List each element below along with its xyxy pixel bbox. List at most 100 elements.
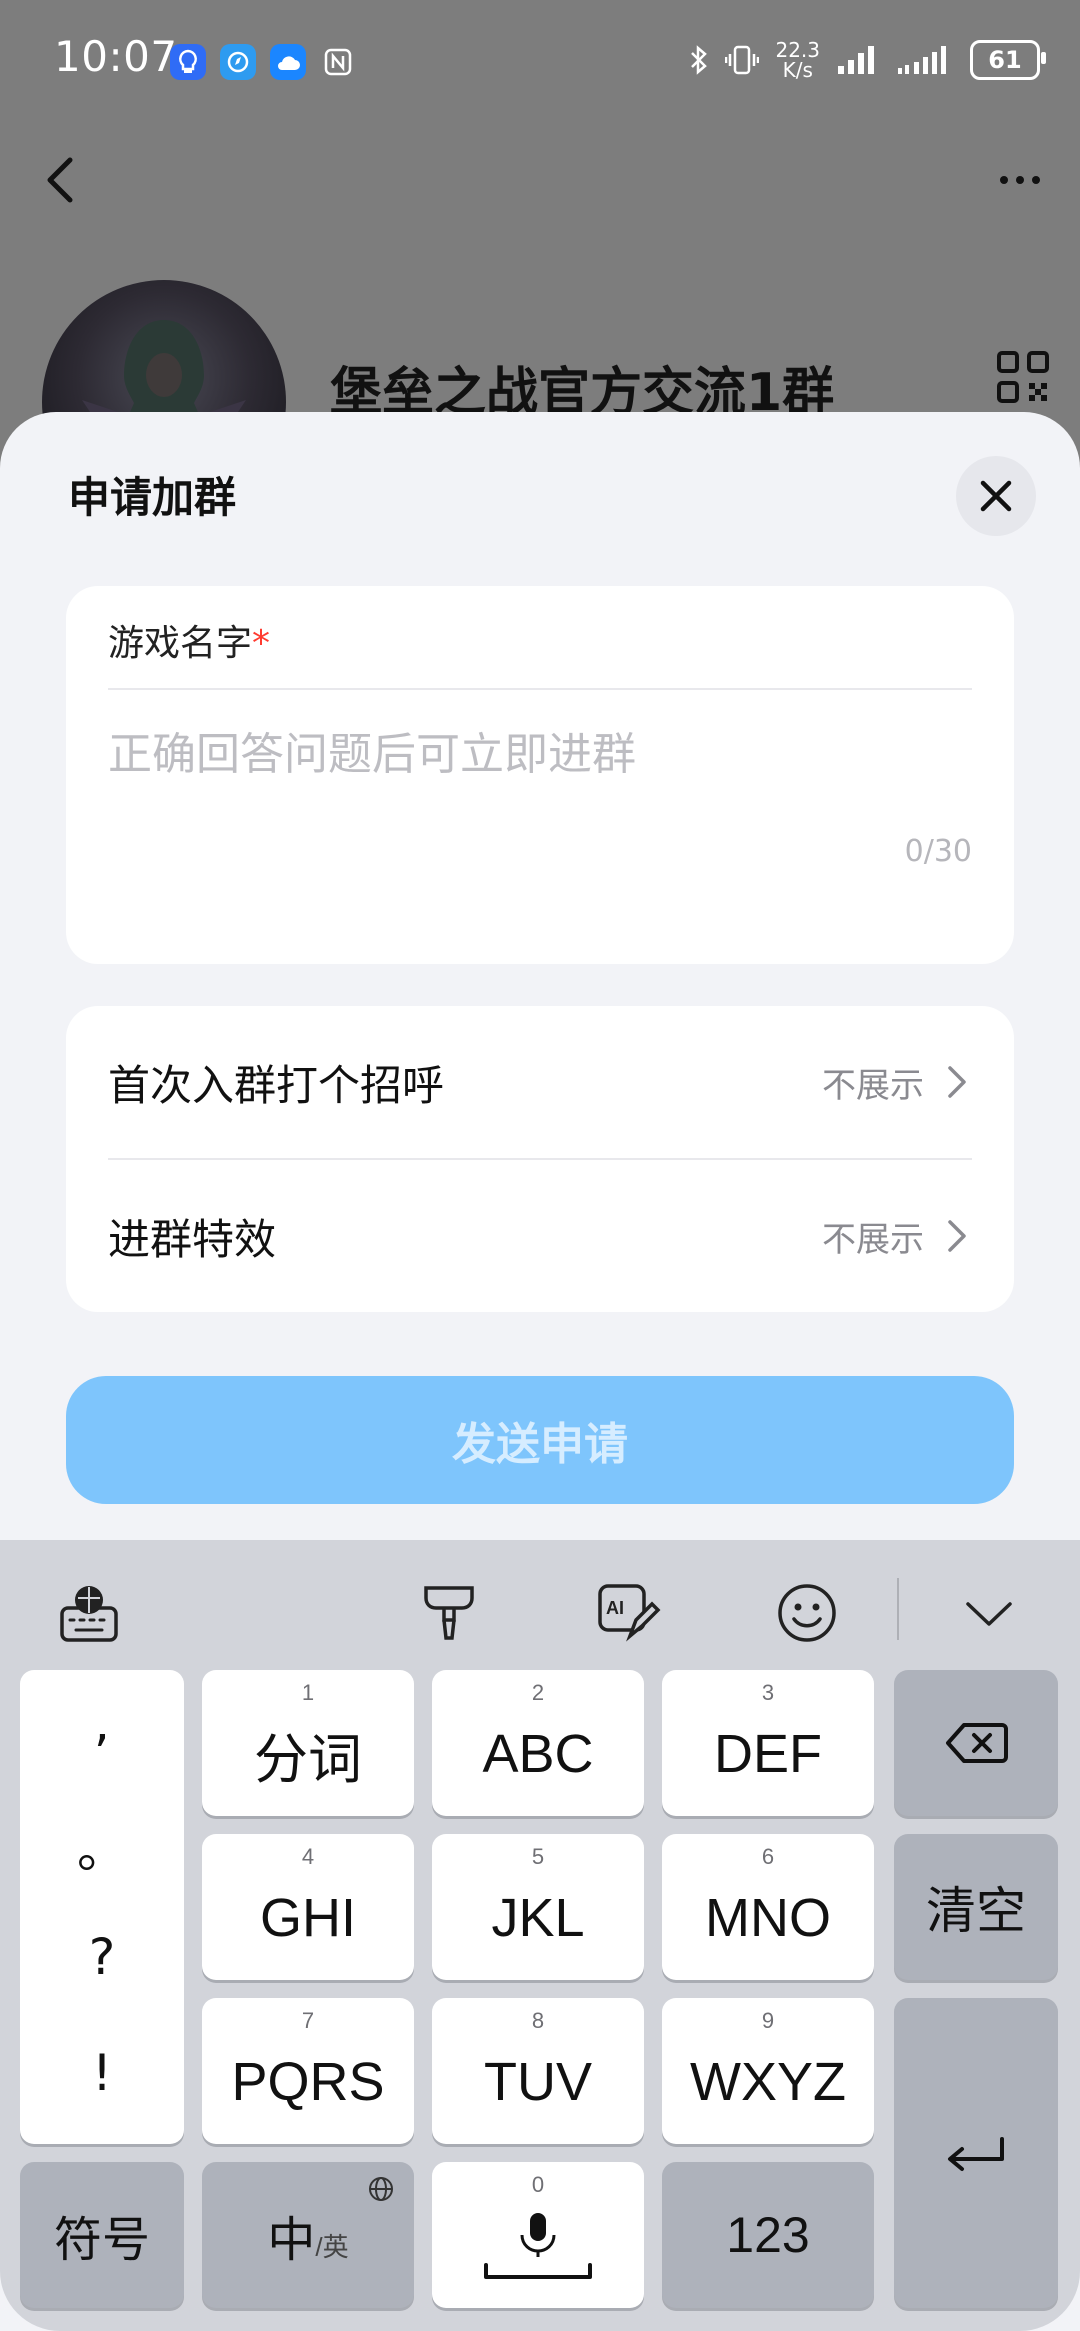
bulb-app-icon bbox=[170, 44, 206, 80]
svg-text:AI: AI bbox=[606, 1598, 624, 1618]
key-7[interactable]: 7 PQRS bbox=[202, 1998, 414, 2144]
keyboard-globe-icon[interactable] bbox=[56, 1580, 122, 1646]
key-number: 1 bbox=[301, 1680, 315, 1705]
qr-code-icon[interactable] bbox=[996, 350, 1050, 404]
enter-icon bbox=[948, 2137, 1004, 2171]
option-value: 不展示 bbox=[822, 1219, 924, 1260]
punct-key[interactable]: 。 bbox=[20, 1810, 184, 1882]
key-label: 分词 bbox=[254, 1729, 362, 1790]
key-number: 5 bbox=[531, 1844, 545, 1869]
status-app-icons bbox=[170, 44, 356, 80]
punct-key[interactable]: , bbox=[20, 1694, 184, 1752]
symbols-key[interactable]: 符号 bbox=[20, 2162, 184, 2308]
option-label: 首次入群打个招呼 bbox=[108, 1060, 445, 1110]
key-number: 9 bbox=[761, 2008, 775, 2033]
nfc-icon bbox=[320, 44, 356, 80]
key-2[interactable]: 2 ABC bbox=[432, 1670, 644, 1816]
key-number: 4 bbox=[301, 1844, 315, 1869]
sheet-title: 申请加群 bbox=[68, 473, 237, 522]
ai-write-icon[interactable]: AI bbox=[596, 1580, 662, 1646]
numbers-key-label: 123 bbox=[726, 2207, 810, 2263]
hide-keyboard-icon[interactable] bbox=[956, 1580, 1022, 1646]
lang-main-label: 中 bbox=[267, 2214, 316, 2267]
option-join-effect[interactable]: 进群特效 不展示 bbox=[66, 1160, 1014, 1312]
key-label: GHI bbox=[259, 1888, 356, 1948]
key-number: 7 bbox=[301, 2008, 315, 2033]
key-label: ABC bbox=[482, 1724, 594, 1784]
key-label: TUV bbox=[484, 2052, 592, 2112]
net-speed-value: 22.3 bbox=[775, 38, 820, 62]
key-label: MNO bbox=[705, 1888, 831, 1948]
net-speed-unit: K/s bbox=[782, 58, 813, 82]
send-request-button[interactable]: 发送申请 bbox=[66, 1376, 1014, 1504]
key-number: 2 bbox=[531, 1680, 545, 1705]
compass-app-icon bbox=[220, 44, 256, 80]
lang-sub-label: /英 bbox=[315, 2232, 349, 2262]
bluetooth-icon bbox=[691, 45, 708, 75]
clear-key-label: 清空 bbox=[926, 1883, 1026, 1939]
numbers-key[interactable]: 123 bbox=[662, 2162, 874, 2308]
microphone-space-icon bbox=[484, 2213, 592, 2279]
emoji-icon[interactable] bbox=[774, 1580, 840, 1646]
key-label: PQRS bbox=[231, 2052, 385, 2112]
punct-key[interactable]: ? bbox=[20, 1928, 184, 1986]
backspace-icon bbox=[946, 1723, 1008, 1763]
key-label: JKL bbox=[491, 1888, 585, 1948]
char-count: 0/30 bbox=[904, 834, 972, 869]
signal-2-icon bbox=[898, 46, 946, 74]
key-5[interactable]: 5 JKL bbox=[432, 1834, 644, 1980]
battery-indicator: 61 bbox=[970, 40, 1046, 80]
close-button[interactable] bbox=[956, 456, 1036, 536]
chevron-right-icon bbox=[948, 1066, 966, 1098]
status-bar: 10:07 22.3 K/s 61 bbox=[0, 0, 1080, 120]
option-label: 进群特效 bbox=[108, 1214, 277, 1264]
key-6[interactable]: 6 MNO bbox=[662, 1834, 874, 1980]
close-icon bbox=[980, 480, 1012, 512]
page-background: 10:07 22.3 K/s 61 堡垒之战官方交流1群 bbox=[0, 0, 1080, 524]
key-number: 3 bbox=[761, 1680, 775, 1705]
punctuation-column: , 。 ? ! bbox=[20, 1670, 184, 2144]
status-indicators: 22.3 K/s 61 bbox=[689, 40, 1046, 80]
keyboard: AI , 。 ? ! 1 分词 2 ABC 3 DEF 4 GHI 5 JKL … bbox=[0, 1540, 1080, 2331]
question-card: 游戏名字* 0/30 bbox=[66, 586, 1014, 964]
options-card: 首次入群打个招呼 不展示 进群特效 不展示 bbox=[66, 1006, 1014, 1312]
weather-app-icon bbox=[270, 44, 306, 80]
vibrate-icon bbox=[725, 45, 760, 75]
network-speed: 22.3 K/s bbox=[775, 40, 820, 80]
key-8[interactable]: 8 TUV bbox=[432, 1998, 644, 2144]
key-number: 8 bbox=[531, 2008, 545, 2033]
space-key[interactable]: 0 bbox=[432, 2162, 644, 2308]
key-number: 6 bbox=[761, 1844, 775, 1869]
question-divider bbox=[108, 688, 972, 690]
key-4[interactable]: 4 GHI bbox=[202, 1834, 414, 1980]
more-icon[interactable] bbox=[990, 160, 1050, 200]
answer-input[interactable] bbox=[108, 714, 972, 794]
key-1[interactable]: 1 分词 bbox=[202, 1670, 414, 1816]
option-greeting[interactable]: 首次入群打个招呼 不展示 bbox=[66, 1006, 1014, 1158]
key-9[interactable]: 9 WXYZ bbox=[662, 1998, 874, 2144]
symbols-key-label: 符号 bbox=[53, 2214, 150, 2267]
toolbar-separator bbox=[897, 1578, 899, 1640]
key-3[interactable]: 3 DEF bbox=[662, 1670, 874, 1816]
backspace-key[interactable] bbox=[894, 1670, 1058, 1816]
status-time: 10:07 bbox=[54, 32, 178, 81]
language-switch-key[interactable]: 中 /英 bbox=[202, 2162, 414, 2308]
keyboard-toolbar: AI bbox=[0, 1540, 1080, 1670]
clear-key[interactable]: 清空 bbox=[894, 1834, 1058, 1980]
nav-bar bbox=[0, 140, 1080, 220]
signal-icon bbox=[838, 46, 874, 74]
key-number: 0 bbox=[531, 2172, 545, 2197]
enter-key[interactable] bbox=[894, 1998, 1058, 2308]
globe-icon bbox=[369, 2177, 393, 2201]
punct-key[interactable]: ! bbox=[20, 2044, 184, 2102]
back-icon[interactable] bbox=[36, 150, 96, 210]
required-mark: * bbox=[252, 623, 271, 664]
question-label: 游戏名字* bbox=[108, 614, 270, 666]
key-label: DEF bbox=[714, 1724, 822, 1784]
group-header: 堡垒之战官方交流1群 bbox=[0, 280, 1080, 524]
chevron-right-icon bbox=[948, 1220, 966, 1252]
paint-brush-icon[interactable] bbox=[416, 1580, 482, 1646]
key-label: WXYZ bbox=[690, 2052, 846, 2112]
question-label-text: 游戏名字 bbox=[108, 623, 253, 664]
option-value: 不展示 bbox=[822, 1065, 924, 1106]
